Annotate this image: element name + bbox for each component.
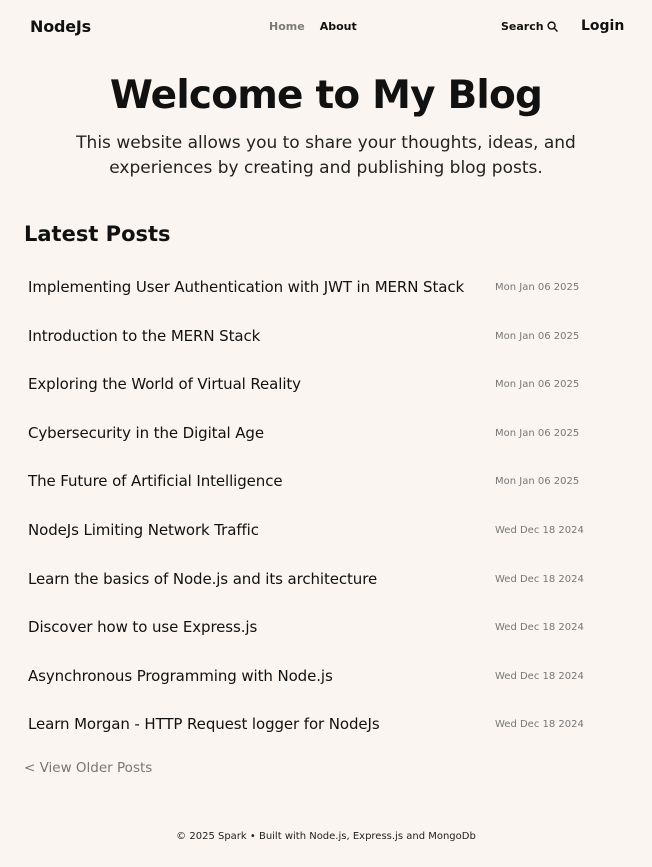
hero-subtitle: This website allows you to share your th… bbox=[76, 133, 576, 178]
post-date: Mon Jan 06 2025 bbox=[495, 330, 580, 342]
search-button[interactable]: Search bbox=[501, 20, 558, 33]
post-item[interactable]: Implementing User Authentication with JW… bbox=[0, 264, 652, 313]
post-item[interactable]: The Future of Artificial Intelligence Mo… bbox=[0, 458, 652, 507]
nav-home-link[interactable]: Home bbox=[269, 20, 305, 33]
post-date: Mon Jan 06 2025 bbox=[495, 379, 580, 391]
post-item[interactable]: Introduction to the MERN Stack Mon Jan 0… bbox=[0, 313, 652, 362]
post-date: Wed Dec 18 2024 bbox=[495, 719, 584, 731]
post-title[interactable]: Learn the basics of Node.js and its arch… bbox=[28, 570, 377, 588]
post-title[interactable]: NodeJs Limiting Network Traffic bbox=[28, 521, 259, 539]
search-label: Search bbox=[501, 20, 544, 33]
hero-title: Welcome to My Blog bbox=[109, 73, 543, 118]
post-item[interactable]: Discover how to use Express.js Wed Dec 1… bbox=[0, 604, 652, 653]
search-icon bbox=[546, 21, 558, 32]
post-date: Wed Dec 18 2024 bbox=[495, 670, 584, 682]
post-item[interactable]: NodeJs Limiting Network Traffic Wed Dec … bbox=[0, 507, 652, 556]
post-date: Wed Dec 18 2024 bbox=[495, 622, 584, 634]
post-date: Mon Jan 06 2025 bbox=[495, 476, 580, 488]
post-date: Mon Jan 06 2025 bbox=[495, 282, 580, 293]
view-older-posts-link[interactable]: < View Older Posts bbox=[24, 760, 152, 776]
site-header: NodeJs Home About Search Login bbox=[0, 0, 652, 54]
post-title[interactable]: Introduction to the MERN Stack bbox=[28, 327, 260, 345]
main-nav: Home About bbox=[269, 20, 357, 33]
post-date: Wed Dec 18 2024 bbox=[495, 524, 584, 536]
post-title[interactable]: The Future of Artificial Intelligence bbox=[28, 472, 283, 490]
post-list: Implementing User Authentication with JW… bbox=[0, 264, 652, 750]
nav-about-link[interactable]: About bbox=[320, 20, 357, 33]
site-logo[interactable]: NodeJs bbox=[30, 17, 91, 36]
post-title[interactable]: Cybersecurity in the Digital Age bbox=[28, 424, 264, 442]
post-title[interactable]: Exploring the World of Virtual Reality bbox=[28, 375, 301, 393]
post-title[interactable]: Discover how to use Express.js bbox=[28, 618, 257, 636]
post-date: Mon Jan 06 2025 bbox=[495, 427, 580, 439]
latest-posts-heading: Latest Posts bbox=[24, 222, 171, 246]
post-date: Wed Dec 18 2024 bbox=[495, 573, 584, 585]
post-item[interactable]: Learn Morgan - HTTP Request logger for N… bbox=[0, 701, 652, 750]
site-footer: © 2025 Spark • Built with Node.js, Expre… bbox=[176, 831, 476, 842]
post-item[interactable]: Learn the basics of Node.js and its arch… bbox=[0, 556, 652, 605]
post-title[interactable]: Asynchronous Programming with Node.js bbox=[28, 667, 333, 685]
post-item[interactable]: Asynchronous Programming with Node.js We… bbox=[0, 653, 652, 702]
login-link[interactable]: Login bbox=[581, 18, 624, 34]
post-title[interactable]: Implementing User Authentication with JW… bbox=[28, 278, 464, 296]
post-item[interactable]: Exploring the World of Virtual Reality M… bbox=[0, 361, 652, 410]
post-title[interactable]: Learn Morgan - HTTP Request logger for N… bbox=[28, 715, 380, 733]
post-item[interactable]: Cybersecurity in the Digital Age Mon Jan… bbox=[0, 410, 652, 459]
